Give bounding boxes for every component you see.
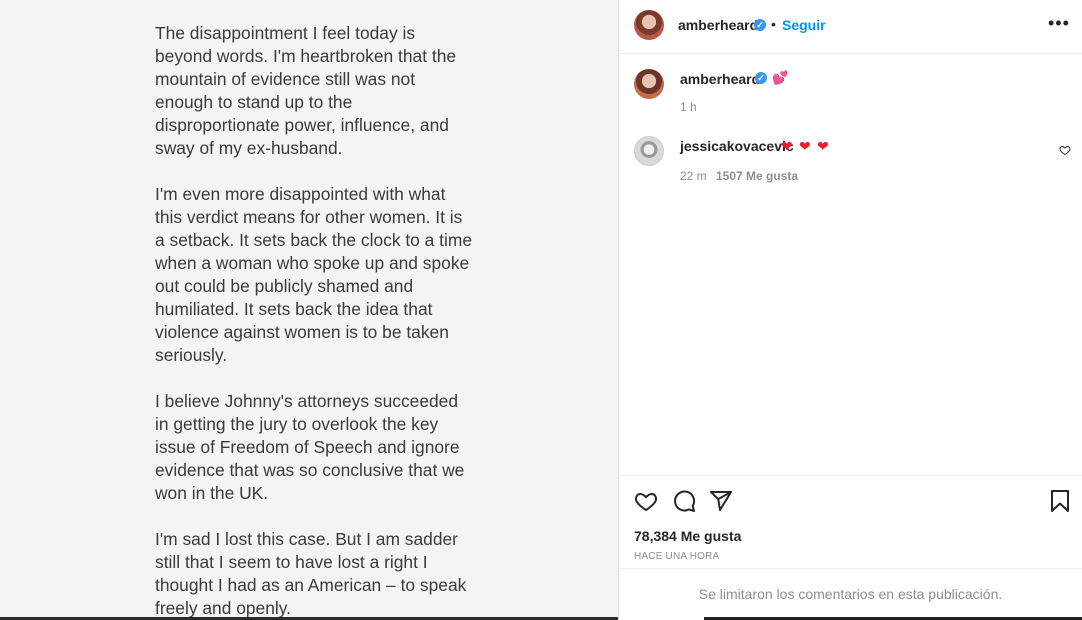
bookmark-icon[interactable]: [1048, 489, 1072, 513]
verified-badge-icon: ✓: [754, 19, 766, 31]
avatar[interactable]: [634, 10, 664, 40]
post-image: The disappointment I feel today is beyon…: [0, 0, 618, 620]
more-horizontal-icon[interactable]: •••: [1048, 13, 1070, 34]
verified-badge-icon: ✓: [755, 72, 767, 84]
caption-time[interactable]: 1 h: [680, 100, 697, 114]
red-heart-emoji: ❤: [781, 138, 793, 154]
caption-emoji: 💕: [772, 70, 789, 85]
comment-time[interactable]: 22 m: [680, 169, 707, 183]
header-username[interactable]: amberheard: [678, 17, 758, 33]
statement-paragraph-1: The disappointment I feel today is beyon…: [155, 23, 457, 158]
heart-icon[interactable]: [634, 489, 658, 513]
likes-count[interactable]: 78,384 Me gusta: [634, 528, 741, 544]
comment-icon[interactable]: [672, 489, 696, 513]
comments-limited-notice: Se limitaron los comentarios en esta pub…: [698, 586, 1003, 602]
comment-like-heart-icon[interactable]: [1059, 144, 1071, 156]
separator-dot: •: [771, 16, 776, 32]
statement-paragraph-2: I'm even more disappointed with what thi…: [155, 184, 473, 365]
caption-avatar[interactable]: [634, 69, 664, 99]
post-time[interactable]: HACE UNA HORA: [634, 551, 719, 562]
footer-divider: [619, 568, 1082, 569]
comment-likes[interactable]: 1507 Me gusta: [716, 169, 798, 183]
post-details-panel: amberheard ✓ • Seguir ••• amberheard ✓ 💕…: [619, 0, 1082, 620]
share-icon[interactable]: [709, 489, 733, 513]
comment-username[interactable]: jessicakovacevic: [680, 138, 794, 154]
post-header: amberheard ✓ • Seguir •••: [619, 0, 1082, 54]
comment-avatar[interactable]: [634, 136, 664, 166]
statement-paragraph-4: I'm sad I lost this case. But I am sadde…: [155, 529, 467, 618]
actions-divider: [619, 475, 1082, 476]
follow-button[interactable]: Seguir: [782, 17, 826, 33]
red-heart-emoji: ❤: [799, 138, 811, 154]
red-heart-emoji: ❤: [817, 138, 829, 154]
statement-text: The disappointment I feel today is beyon…: [155, 22, 475, 620]
statement-paragraph-3: I believe Johnny's attorneys succeeded i…: [155, 391, 465, 503]
caption-username[interactable]: amberheard: [680, 71, 760, 87]
